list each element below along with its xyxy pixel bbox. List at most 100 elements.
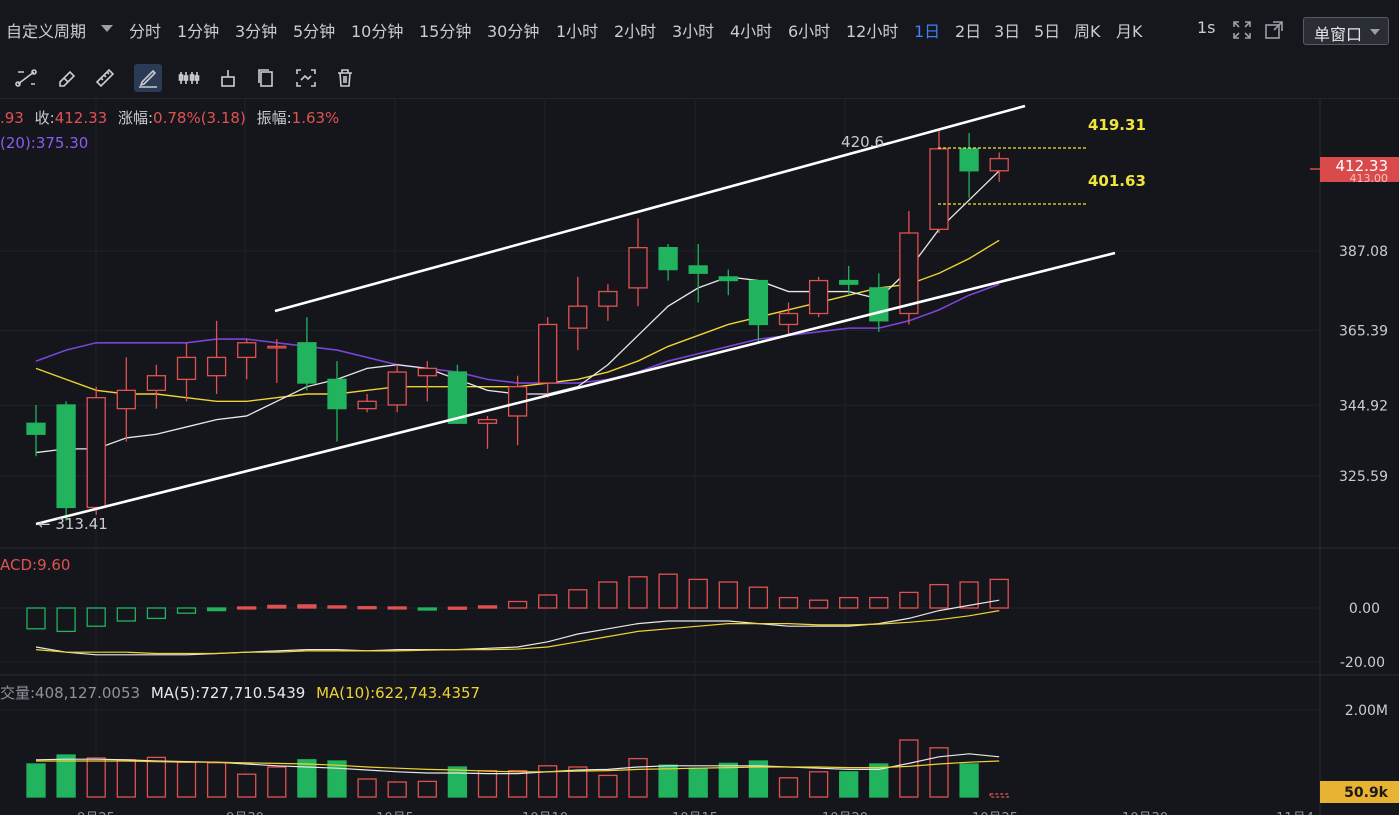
candle-body xyxy=(658,246,678,271)
macd-bar xyxy=(206,607,227,612)
period-tab-18[interactable]: 月K xyxy=(1116,18,1143,42)
candle-body xyxy=(568,305,588,329)
candle-body xyxy=(989,157,1009,172)
volume-bar xyxy=(989,793,1009,798)
trash-icon[interactable] xyxy=(331,64,359,92)
volume-bar xyxy=(26,763,46,798)
macd-bar xyxy=(327,605,347,609)
indicator-icon[interactable] xyxy=(175,64,203,92)
ma20-label: (20):375.30 xyxy=(0,134,89,152)
macd-bar xyxy=(237,606,257,610)
volume-bar xyxy=(959,763,979,798)
candle-body xyxy=(26,422,46,435)
candlestick xyxy=(808,276,829,318)
price-tick-label: 344.92 xyxy=(1339,398,1388,414)
chevron-down-icon[interactable] xyxy=(101,25,113,32)
popout-window-icon[interactable] xyxy=(1264,20,1284,40)
candle-body xyxy=(357,400,377,410)
date-tick-label: 10月5 xyxy=(376,811,414,815)
price-tick-label: 365.39 xyxy=(1339,323,1388,339)
date-tick-label: 10月15 xyxy=(672,811,718,815)
period-tab-9[interactable]: 3小时 xyxy=(672,18,714,42)
candle-body xyxy=(56,404,76,509)
candlestick xyxy=(56,401,76,521)
date-tick-label: 10月10 xyxy=(522,811,568,815)
volume-info-line: 交量:408,127.0053 MA(5):727,710.5439 MA(10… xyxy=(0,682,480,703)
period-bar: 自定义周期 分时 1分钟 3分钟 5分钟 10分钟 15分钟 30分钟 1小时 2小时 3小时 4小… xyxy=(0,0,1399,58)
volume-bar xyxy=(297,759,317,798)
period-tab-11[interactable]: 6小时 xyxy=(788,18,830,42)
macd-bar xyxy=(447,606,468,610)
screenshot-icon[interactable] xyxy=(292,64,320,92)
ruler-icon[interactable] xyxy=(91,64,119,92)
chevron-down-icon xyxy=(1370,29,1380,35)
fullscreen-icon[interactable] xyxy=(1232,20,1252,40)
refresh-interval[interactable]: 1s xyxy=(1197,18,1216,37)
change-label: 涨幅: xyxy=(117,109,154,127)
window-mode-select[interactable]: 单窗口 xyxy=(1303,17,1389,45)
volume-bar xyxy=(839,771,859,798)
period-tab-17[interactable]: 周K xyxy=(1074,18,1101,42)
draw-line-icon[interactable] xyxy=(12,64,40,92)
volume-label: 交量:408,127.0053 xyxy=(0,684,141,702)
volume-bar xyxy=(628,757,648,798)
candle-body xyxy=(808,279,829,315)
volume-bar xyxy=(658,764,678,798)
period-tab-7[interactable]: 1小时 xyxy=(556,18,598,42)
period-tab-5[interactable]: 15分钟 xyxy=(419,18,471,42)
volume-bar xyxy=(929,747,949,798)
pen-icon[interactable] xyxy=(134,64,162,92)
eraser-icon[interactable] xyxy=(52,64,80,92)
high-marker-label: 420.6 xyxy=(841,133,884,151)
close-value: 412.33 xyxy=(54,109,108,127)
period-tab-8[interactable]: 2小时 xyxy=(614,18,656,42)
date-tick-label: 10月25 xyxy=(972,811,1018,815)
period-tab-16[interactable]: 5日 xyxy=(1034,18,1060,42)
amplitude-label: 振幅: xyxy=(256,109,292,127)
candle-body xyxy=(417,367,437,377)
period-tab-1[interactable]: 1分钟 xyxy=(177,18,219,42)
macd-tick-label: 0.00 xyxy=(1349,601,1380,617)
period-tab-2[interactable]: 3分钟 xyxy=(235,18,277,42)
candle-body xyxy=(176,356,197,381)
volume-bar xyxy=(899,739,919,798)
price-tag-secondary: 413.00 xyxy=(1350,172,1389,185)
candle-body xyxy=(598,290,618,307)
vol-ma5-label: MA(5):727,710.5439 xyxy=(150,684,306,702)
low-marker-label: ← 313.41 xyxy=(38,515,108,533)
price-chart[interactable]: 387.08 365.39 344.92 325.59 419.31 401.63 420.… xyxy=(0,99,1399,815)
period-tab-14[interactable]: 2日 xyxy=(955,18,981,42)
candle-body xyxy=(327,378,347,410)
period-tab-10[interactable]: 4小时 xyxy=(730,18,772,42)
candlestick xyxy=(86,386,106,515)
volume-bar xyxy=(507,769,528,798)
custom-period-dropdown[interactable]: 自定义周期 xyxy=(6,18,86,42)
lock-icon[interactable] xyxy=(214,64,242,92)
period-tab-12[interactable]: 12小时 xyxy=(846,18,898,42)
date-tick-label: 10月20 xyxy=(822,811,868,815)
volume-bar xyxy=(808,771,829,798)
candle-body xyxy=(929,148,949,230)
volume-bar xyxy=(146,756,167,798)
volume-bar xyxy=(598,774,618,798)
volume-bar xyxy=(778,777,799,798)
candle-body xyxy=(237,342,257,359)
copy-icon[interactable] xyxy=(252,64,280,92)
volume-bar xyxy=(206,762,227,798)
window-mode-label: 单窗口 xyxy=(1314,25,1363,44)
period-tab-6[interactable]: 30分钟 xyxy=(487,18,539,42)
candle-body xyxy=(267,345,287,349)
period-tab-3[interactable]: 5分钟 xyxy=(293,18,335,42)
macd-bar xyxy=(477,605,498,609)
period-tab-4[interactable]: 10分钟 xyxy=(351,18,403,42)
candle-body xyxy=(116,389,136,410)
chart-background xyxy=(0,99,1399,815)
period-tab-13[interactable]: 1日 xyxy=(914,18,940,42)
candle-body xyxy=(688,265,708,274)
open-value-partial: .93 xyxy=(0,109,24,127)
period-tab-15[interactable]: 3日 xyxy=(994,18,1020,42)
period-tab-0[interactable]: 分时 xyxy=(129,18,161,42)
volume-bar xyxy=(267,766,287,798)
candle-body xyxy=(538,323,558,384)
candle-body xyxy=(869,287,889,322)
